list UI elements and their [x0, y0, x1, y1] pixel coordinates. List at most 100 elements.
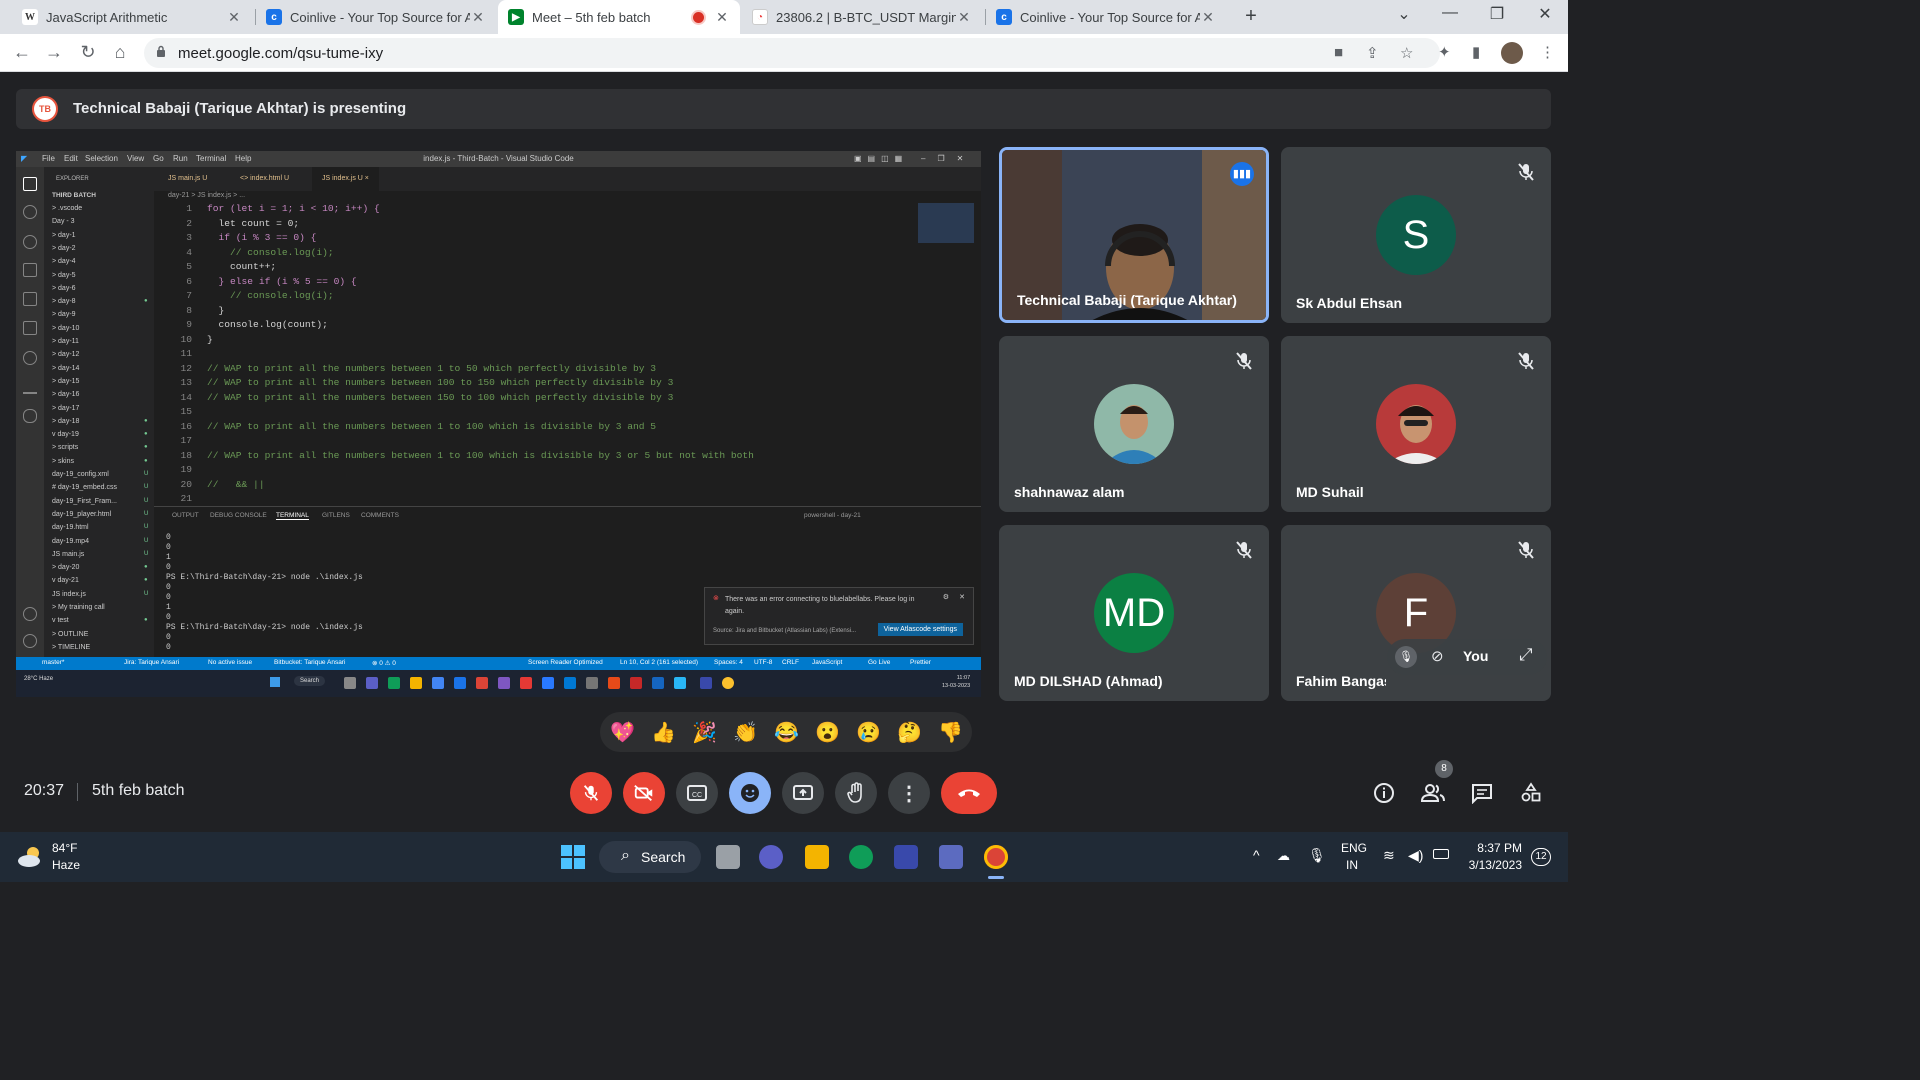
- code-line[interactable]: 19: [154, 463, 207, 478]
- reaction-emoji[interactable]: 🎉: [692, 720, 717, 745]
- atlassian-icon[interactable]: [23, 380, 37, 394]
- gitlens-icon[interactable]: [23, 351, 37, 365]
- file-tree-item[interactable]: day-19.html U: [52, 524, 148, 531]
- chat-button[interactable]: [1467, 778, 1497, 808]
- file-tree-item[interactable]: > My training call: [52, 604, 105, 611]
- app-icon[interactable]: [939, 845, 963, 869]
- weather-temp[interactable]: 84°F: [52, 841, 77, 855]
- code-line[interactable]: 7 // console.log(i);: [154, 289, 333, 304]
- code-line[interactable]: 14 // WAP to print all the numbers betwee…: [154, 391, 673, 406]
- show-hidden-icons[interactable]: ^: [1253, 847, 1260, 863]
- status-bitbucket[interactable]: Bitbucket: Tarique Ansari: [274, 659, 345, 666]
- file-tree-item[interactable]: > day-16: [52, 391, 79, 398]
- file-tree-item[interactable]: > day-12: [52, 351, 79, 358]
- run-debug-icon[interactable]: [23, 263, 37, 277]
- reaction-emoji[interactable]: 👍: [651, 720, 676, 745]
- status-problems[interactable]: ⊗ 0 ⚠ 0: [372, 659, 396, 667]
- view-atlascode-settings-button[interactable]: View Atlascode settings: [877, 623, 963, 636]
- forward-icon[interactable]: →: [42, 42, 66, 63]
- notification-settings-icon[interactable]: ⚙: [943, 593, 949, 601]
- close-tab-icon[interactable]: ✕: [226, 9, 242, 26]
- terminal-dropdown[interactable]: powershell - day-21: [804, 512, 861, 519]
- onedrive-icon[interactable]: ☁: [1277, 848, 1290, 864]
- back-icon[interactable]: ←: [10, 42, 34, 63]
- browser-tab-coinlive-2[interactable]: c Coinlive - Your Top Source for All ✕: [986, 0, 1226, 34]
- edge-icon[interactable]: [849, 845, 873, 869]
- participant-tile-md-dilshad[interactable]: MD MD DILSHAD (Ahmad): [999, 525, 1269, 701]
- close-tab-icon[interactable]: ✕: [1200, 9, 1216, 26]
- panel-tab-gitlens[interactable]: GITLENS: [322, 512, 350, 519]
- captions-button[interactable]: CC: [676, 772, 718, 814]
- file-tree-item[interactable]: > day-17: [52, 405, 79, 412]
- code-line[interactable]: 11: [154, 347, 207, 362]
- status-screen-reader[interactable]: Screen Reader Optimized: [528, 659, 603, 666]
- vscode-window-controls[interactable]: –❐✕: [921, 154, 975, 163]
- code-line[interactable]: 6 } else if (i % 5 == 0) {: [154, 275, 356, 290]
- status-encoding[interactable]: UTF-8: [754, 659, 772, 666]
- reaction-emoji[interactable]: 😢: [856, 720, 881, 745]
- file-tree-item[interactable]: day-19_First_Fram... U: [52, 498, 148, 505]
- participant-tile-sk-abdul-ehsan[interactable]: S Sk Abdul Ehsan: [1281, 147, 1551, 323]
- code-line[interactable]: 10}: [154, 333, 212, 348]
- file-tree-item[interactable]: # day-19_embed.css U: [52, 484, 148, 491]
- weather-desc[interactable]: Haze: [52, 858, 80, 872]
- file-tree-item[interactable]: > OUTLINE: [52, 631, 88, 638]
- accounts-icon[interactable]: [23, 607, 37, 621]
- teams-chat-icon[interactable]: [759, 845, 783, 869]
- status-spaces[interactable]: Spaces: 4: [714, 659, 743, 666]
- reaction-emoji[interactable]: 💖: [610, 720, 635, 745]
- home-icon[interactable]: ⌂: [108, 42, 132, 63]
- code-line[interactable]: 20 // && ||: [154, 478, 264, 493]
- file-tree-item[interactable]: > day-5: [52, 272, 76, 279]
- code-line[interactable]: 17: [154, 434, 207, 449]
- code-editor[interactable]: 1 for (let i = 1; i < 10; i++) {2 let cou…: [154, 202, 914, 504]
- camera-toggle-button[interactable]: [623, 772, 665, 814]
- participant-tile-presenter[interactable]: ▮▮▮ Technical Babaji (Tarique Akhtar): [999, 147, 1269, 323]
- file-explorer-icon[interactable]: [805, 845, 829, 869]
- battery-icon[interactable]: [1433, 849, 1449, 859]
- language-indicator[interactable]: ENG: [1341, 841, 1367, 855]
- reaction-emoji[interactable]: 😮: [815, 720, 840, 745]
- restore-icon[interactable]: ❐: [1477, 4, 1517, 24]
- volume-icon[interactable]: ◀): [1408, 847, 1423, 864]
- wifi-icon[interactable]: ≋: [1383, 847, 1395, 864]
- participant-tile-md-suhail[interactable]: MD Suhail: [1281, 336, 1551, 512]
- file-tree-item[interactable]: > .vscode: [52, 205, 82, 212]
- windows-start-icon[interactable]: [561, 845, 585, 869]
- file-tree-item[interactable]: > day-14: [52, 365, 79, 372]
- minimap[interactable]: [918, 203, 974, 243]
- more-options-button[interactable]: ⋮: [888, 772, 930, 814]
- code-line[interactable]: 16 // WAP to print all the numbers betwee…: [154, 420, 656, 435]
- code-line[interactable]: 8 }: [154, 304, 224, 319]
- file-tree-item[interactable]: > day-6: [52, 285, 76, 292]
- task-view-icon[interactable]: [716, 845, 740, 869]
- file-tree-item[interactable]: > day-9: [52, 311, 76, 318]
- panel-tab-output[interactable]: OUTPUT: [172, 512, 199, 519]
- notification-count-badge[interactable]: 12: [1531, 848, 1551, 866]
- file-tree-item[interactable]: > day-1: [52, 232, 76, 239]
- chrome-menu-icon[interactable]: ⋮: [1540, 43, 1555, 61]
- code-line[interactable]: 13 // WAP to print all the numbers betwee…: [154, 376, 673, 391]
- file-tree-item[interactable]: > day-4: [52, 258, 76, 265]
- file-tree-item[interactable]: > day-11: [52, 338, 79, 345]
- browser-tab-exchange[interactable]: ◔ 23806.2 | B-BTC_USDT Margined ✕: [742, 0, 982, 34]
- reaction-emoji[interactable]: 👎: [938, 720, 963, 745]
- chrome-icon[interactable]: [984, 845, 1008, 869]
- close-tab-icon[interactable]: ✕: [956, 9, 972, 26]
- file-tree-item[interactable]: > TIMELINE: [52, 644, 90, 651]
- file-tree-item[interactable]: day-19_player.html U: [52, 511, 148, 518]
- file-tree-item[interactable]: > day-10: [52, 325, 79, 332]
- reload-icon[interactable]: ↻: [76, 42, 100, 63]
- extensions-icon[interactable]: ✦: [1438, 43, 1451, 61]
- file-tree-item[interactable]: > day-20 ●: [52, 564, 148, 571]
- file-tree-item[interactable]: > scripts ●: [52, 444, 148, 451]
- close-tab-icon[interactable]: ✕: [470, 9, 486, 26]
- explorer-icon[interactable]: [23, 177, 37, 191]
- code-line[interactable]: 3 if (i % 3 == 0) {: [154, 231, 316, 246]
- status-cursor[interactable]: Ln 10, Col 2 (161 selected): [620, 659, 698, 666]
- code-line[interactable]: 18 // WAP to print all the numbers betwee…: [154, 449, 753, 464]
- mic-toggle-button[interactable]: [570, 772, 612, 814]
- status-eol[interactable]: CRLF: [782, 659, 799, 666]
- code-line[interactable]: 21: [154, 492, 207, 507]
- browser-tab-javascript-arithmetic[interactable]: W JavaScript Arithmetic ✕: [12, 0, 252, 34]
